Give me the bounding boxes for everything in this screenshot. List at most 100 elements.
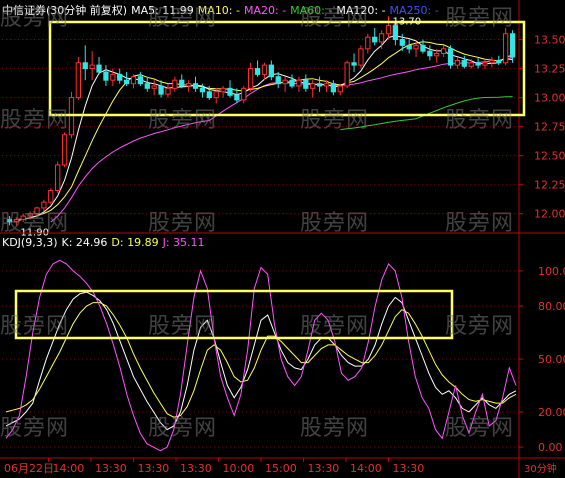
candle-body — [434, 52, 440, 57]
x-tick-label: 13:30 — [393, 462, 425, 475]
candle-body — [172, 79, 178, 89]
candle-body — [199, 87, 206, 93]
kdj-header: KDJ(9,3,3) K: 24.96 D: 19.89 J: 35.11 — [2, 236, 209, 249]
candle-body — [220, 87, 226, 93]
watermark: 股旁网 — [300, 211, 370, 236]
candle-body — [103, 71, 109, 81]
price-tick-label: 12.00 — [534, 208, 565, 221]
candle-body — [254, 68, 261, 75]
candle-body — [227, 87, 233, 96]
price-tick-label: 12.75 — [534, 121, 565, 134]
kdj-k-line — [5, 291, 517, 431]
watermark: 股旁网 — [0, 416, 70, 441]
candle-body — [192, 83, 199, 89]
x-tick-label: 13:30 — [95, 462, 127, 475]
watermark: 股旁网 — [148, 314, 218, 339]
candle-body — [289, 79, 295, 87]
price-tick-label: 12.25 — [534, 179, 565, 192]
price-tick-label: 13.25 — [534, 63, 565, 76]
candle-body — [372, 36, 378, 43]
watermark: 股旁网 — [445, 314, 515, 339]
candle-body — [330, 83, 337, 93]
candle-body — [337, 85, 343, 93]
watermark: 股旁网 — [445, 416, 515, 441]
candle-body — [241, 87, 247, 101]
candle-body — [179, 79, 185, 87]
candle-body — [96, 64, 102, 73]
candle-body — [503, 33, 509, 64]
watermark: 股旁网 — [300, 6, 370, 31]
candle-body — [275, 76, 281, 85]
candle-body — [130, 76, 137, 85]
candle-body — [151, 85, 157, 89]
candle-body — [75, 62, 82, 99]
candle-body — [268, 64, 274, 78]
price-tick-label: 13.00 — [534, 92, 565, 105]
x-tick-label: 10:00 — [223, 462, 255, 475]
candle-body — [89, 64, 95, 70]
candle-body — [48, 190, 54, 203]
candle-body — [213, 91, 219, 99]
kdj-panel — [5, 259, 517, 452]
candle-body — [440, 48, 447, 54]
watermark: 股旁网 — [0, 211, 70, 236]
candle-body — [316, 83, 323, 87]
candle-body — [206, 91, 212, 99]
candle-body — [468, 62, 474, 67]
candle-body — [420, 44, 426, 52]
watermark: 股旁网 — [148, 211, 218, 236]
ma250-label: MA250: - — [389, 4, 439, 17]
kdj-tick-label: 80.00 — [538, 300, 565, 313]
candle-body — [475, 62, 481, 66]
watermark: 股旁网 — [300, 108, 370, 133]
candle-body — [296, 79, 302, 87]
watermark: 股旁网 — [445, 6, 515, 31]
x-tick-label: 13:30 — [308, 462, 340, 475]
candle-body — [310, 83, 316, 89]
watermark: 股旁网 — [0, 314, 70, 339]
candle-body — [351, 62, 357, 66]
kdj-highlight-box — [14, 289, 454, 340]
candle-body — [482, 62, 488, 66]
candle-body — [61, 134, 68, 166]
watermark: 股旁网 — [0, 108, 70, 133]
candle-body — [489, 59, 495, 64]
candle-body — [117, 73, 123, 81]
candle-body — [165, 87, 171, 95]
candle-body — [123, 79, 130, 85]
kdj-j-label: J: 35.11 — [162, 236, 205, 249]
kdj-tick-label: 0.00 — [538, 441, 563, 454]
candle-body — [378, 33, 385, 43]
x-tick-label: 15:00 — [265, 462, 297, 475]
candle-body — [509, 33, 516, 58]
kdj-name: KDJ(9,3,3) — [2, 236, 58, 249]
candle-body — [365, 36, 371, 50]
candle-body — [303, 79, 309, 89]
ma20-label: MA20: - — [243, 4, 287, 17]
kline-chart-screen: { "colors": { "background": "#000000", "… — [0, 0, 565, 478]
candle-body — [461, 59, 467, 67]
watermark: 股旁网 — [148, 416, 218, 441]
candle-body — [447, 48, 454, 66]
candle-body — [358, 48, 364, 66]
candle-body — [413, 44, 419, 50]
kdj-j-line — [5, 259, 517, 452]
x-tick-label: 14:00 — [53, 462, 85, 475]
candle-body — [158, 85, 164, 95]
candle-body — [282, 79, 288, 85]
kdj-tick-label: 100.00 — [538, 265, 565, 278]
watermark: 股旁网 — [0, 6, 70, 31]
candle-body — [261, 64, 268, 75]
candle-body — [344, 62, 350, 87]
candle-body — [185, 83, 192, 87]
price-tick-label: 12.50 — [534, 150, 565, 163]
kdj-k-label: K: 24.96 — [61, 236, 108, 249]
kdj-d-label: D: 19.89 — [111, 236, 159, 249]
candle-body — [399, 39, 405, 46]
candle-body — [392, 25, 399, 41]
watermark: 股旁网 — [148, 6, 218, 31]
watermark: 股旁网 — [300, 416, 370, 441]
price-tick-label: 13.50 — [534, 34, 565, 47]
x-tick-label: 13:30 — [138, 462, 170, 475]
kdj-tick-label: 50.00 — [538, 353, 565, 366]
